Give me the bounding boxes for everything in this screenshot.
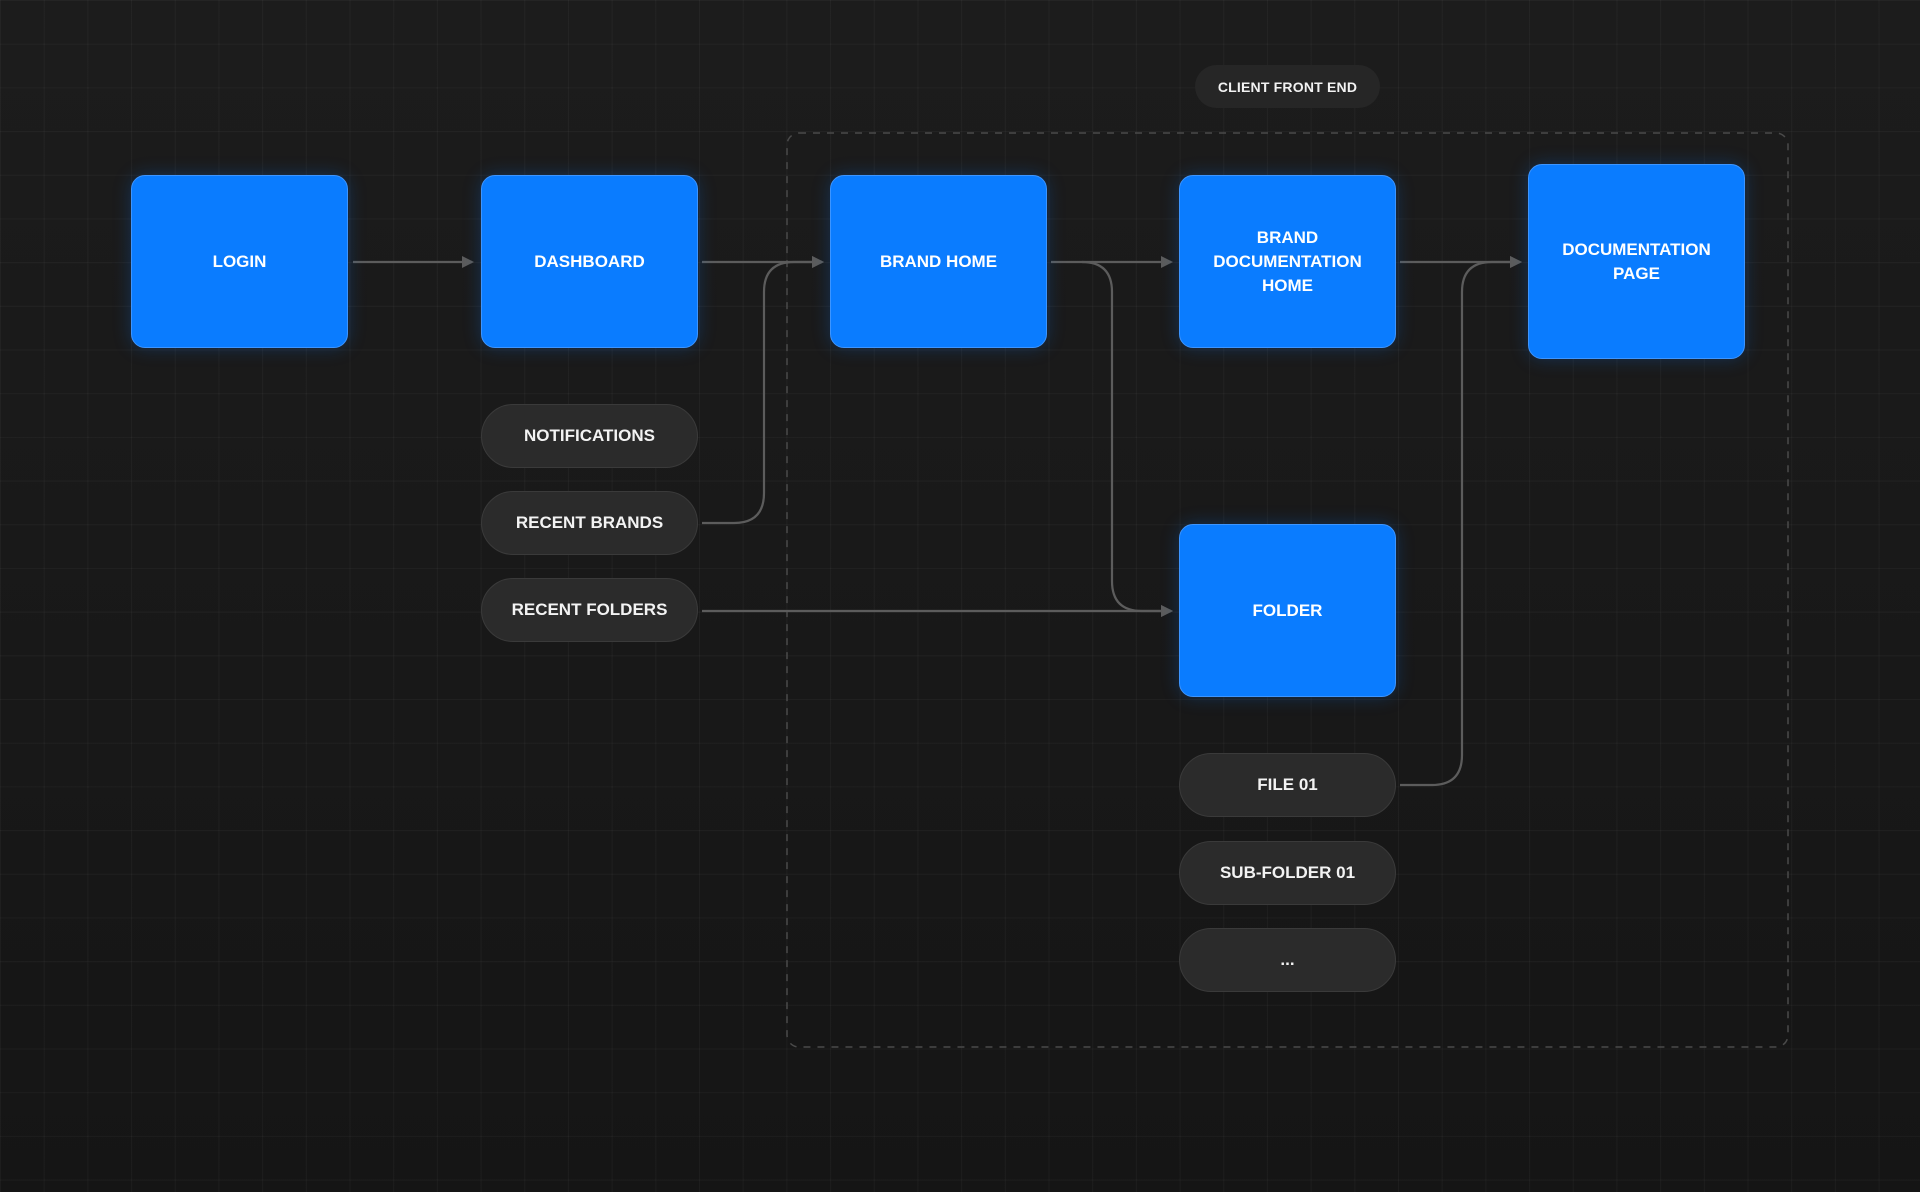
pill-label: FILE 01: [1257, 775, 1318, 794]
node-brand-documentation-home[interactable]: BRAND DOCUMENTATION HOME: [1179, 175, 1396, 348]
pill-label: RECENT FOLDERS: [511, 600, 668, 619]
pill-label: SUB-FOLDER 01: [1219, 863, 1356, 882]
pill-recent-brands[interactable]: RECENT BRANDS: [481, 491, 698, 555]
node-folder-label: FOLDER: [1252, 600, 1323, 620]
node-dashboard-label: DASHBOARD: [534, 251, 645, 271]
node-login[interactable]: LOGIN: [131, 175, 348, 348]
node-folder[interactable]: FOLDER: [1179, 524, 1396, 697]
node-documentation-page[interactable]: DOCUMENTATION PAGE: [1528, 164, 1745, 359]
pill-file-01[interactable]: FILE 01: [1179, 753, 1396, 817]
pill-label: NOTIFICATIONS: [524, 426, 655, 445]
pill-label: ...: [1280, 950, 1295, 969]
group-label-text: CLIENT FRONT END: [1217, 78, 1358, 95]
pill-recent-folders[interactable]: RECENT FOLDERS: [481, 578, 698, 642]
pill-sub-folder-01[interactable]: SUB-FOLDER 01: [1179, 841, 1396, 905]
node-dashboard[interactable]: DASHBOARD: [481, 175, 698, 348]
node-brand-documentation-home-label: BRAND DOCUMENTATION HOME: [1213, 227, 1362, 295]
group-label-client-front-end: CLIENT FRONT END: [1195, 65, 1380, 108]
pill-label: RECENT BRANDS: [515, 513, 664, 532]
pill-notifications[interactable]: NOTIFICATIONS: [481, 404, 698, 468]
node-login-label: LOGIN: [212, 251, 267, 271]
node-brand-home[interactable]: BRAND HOME: [830, 175, 1047, 348]
pill-more-items[interactable]: ...: [1179, 928, 1396, 992]
node-documentation-page-label: DOCUMENTATION PAGE: [1562, 239, 1711, 283]
node-brand-home-label: BRAND HOME: [879, 251, 998, 271]
